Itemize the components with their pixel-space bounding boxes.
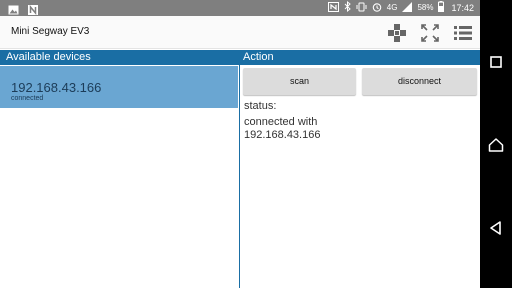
status-text: connected with 192.168.43.166	[244, 116, 321, 141]
devices-header: Available devices	[6, 51, 91, 63]
back-icon[interactable]	[487, 219, 505, 237]
signal-icon	[402, 0, 413, 17]
vibrate-icon	[356, 0, 367, 17]
list-icon[interactable]	[453, 23, 473, 43]
device-status: connected	[11, 95, 44, 102]
battery-percent: 58%	[417, 3, 434, 12]
fullscreen-icon[interactable]	[420, 23, 440, 43]
home-icon[interactable]	[487, 136, 505, 154]
bluetooth-icon	[344, 0, 351, 17]
network-type: 4G	[386, 3, 398, 12]
app-screen: 4G 58% 17:42 Mini Segway EV3 Available d…	[0, 0, 480, 288]
device-ip: 192.168.43.166	[11, 80, 102, 95]
column-divider	[239, 50, 240, 288]
app-bar: Mini Segway EV3	[0, 16, 480, 49]
status-label: status:	[244, 100, 277, 112]
clock: 17:42	[451, 3, 474, 13]
scan-button[interactable]: scan	[243, 68, 356, 95]
recent-apps-icon[interactable]	[487, 53, 505, 71]
disconnect-button[interactable]: disconnect	[362, 68, 477, 95]
nfc-icon	[327, 0, 339, 17]
gamepad-icon[interactable]	[387, 23, 407, 43]
status-bar: 4G 58% 17:42	[0, 0, 480, 16]
action-header: Action	[243, 51, 274, 63]
navigation-bar	[480, 0, 512, 288]
alarm-icon	[372, 0, 382, 17]
battery-icon	[438, 0, 445, 17]
device-list-item[interactable]: 192.168.43.166 connected	[0, 66, 238, 108]
app-title: Mini Segway EV3	[11, 26, 90, 37]
